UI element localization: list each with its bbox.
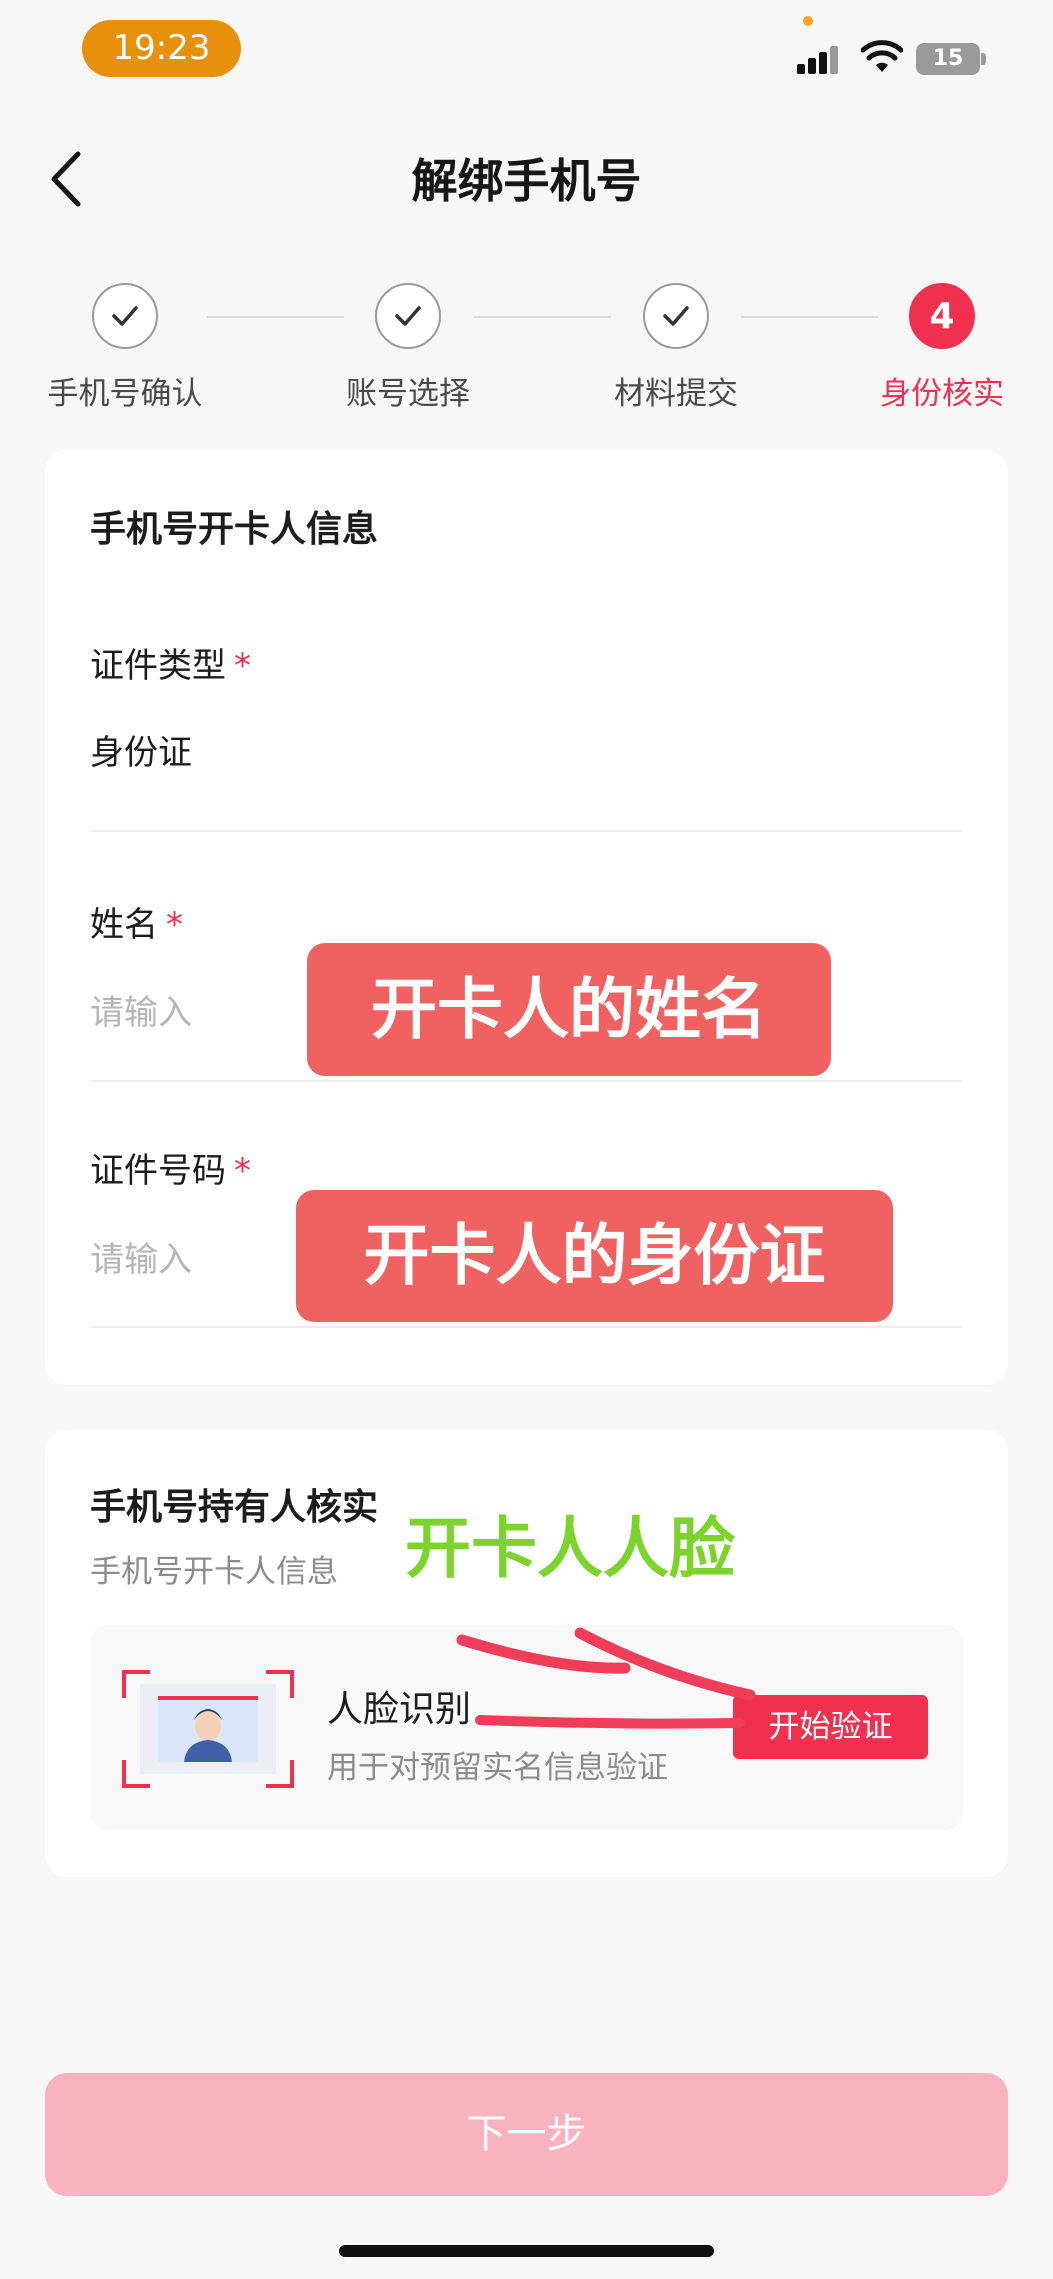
status-time: 19:23 <box>82 20 241 77</box>
annotation-id-number: 开卡人的身份证 <box>296 1190 893 1322</box>
id-number-label: 证件号码 * <box>90 1151 251 1191</box>
step-1-check-icon <box>92 283 158 349</box>
required-mark: * <box>234 646 251 686</box>
step-label-4: 身份核实 <box>880 376 1004 412</box>
verify-card-subtitle: 手机号开卡人信息 <box>90 1554 338 1590</box>
battery-cap <box>981 53 986 65</box>
id-type-label: 证件类型 * <box>90 646 251 686</box>
face-recognition-desc: 用于对预留实名信息验证 <box>327 1750 668 1786</box>
verify-card-title: 手机号持有人核实 <box>90 1487 379 1528</box>
id-type-select[interactable]: 身份证 <box>90 725 192 774</box>
divider <box>90 830 962 832</box>
step-2-check-icon <box>375 283 441 349</box>
required-mark: * <box>166 905 183 945</box>
annotation-name: 开卡人的姓名 <box>307 943 831 1076</box>
home-indicator <box>339 2245 714 2257</box>
battery-icon: 15 <box>916 43 980 75</box>
step-label-1: 手机号确认 <box>47 376 203 412</box>
step-connector <box>207 316 344 318</box>
privacy-indicator-dot <box>803 16 813 26</box>
face-id-icon <box>122 1670 294 1788</box>
required-mark: * <box>234 1151 251 1191</box>
page-title: 解绑手机号 <box>411 154 642 208</box>
step-3-check-icon <box>643 283 709 349</box>
divider <box>90 1326 962 1328</box>
name-label: 姓名 * <box>90 905 183 945</box>
step-4-number: 4 <box>909 283 975 349</box>
divider <box>90 1080 962 1082</box>
step-label-2: 账号选择 <box>346 376 470 412</box>
wifi-icon <box>861 40 903 72</box>
signal-icon <box>797 44 845 74</box>
step-label-3: 材料提交 <box>614 376 738 412</box>
step-connector <box>474 316 611 318</box>
next-step-button[interactable]: 下一步 <box>45 2073 1008 2196</box>
annotation-face: 开卡人人脸 <box>405 1510 735 1587</box>
annotation-arrow-strokes <box>456 1627 756 1729</box>
step-connector <box>741 316 878 318</box>
owner-card-title: 手机号开卡人信息 <box>90 509 379 550</box>
